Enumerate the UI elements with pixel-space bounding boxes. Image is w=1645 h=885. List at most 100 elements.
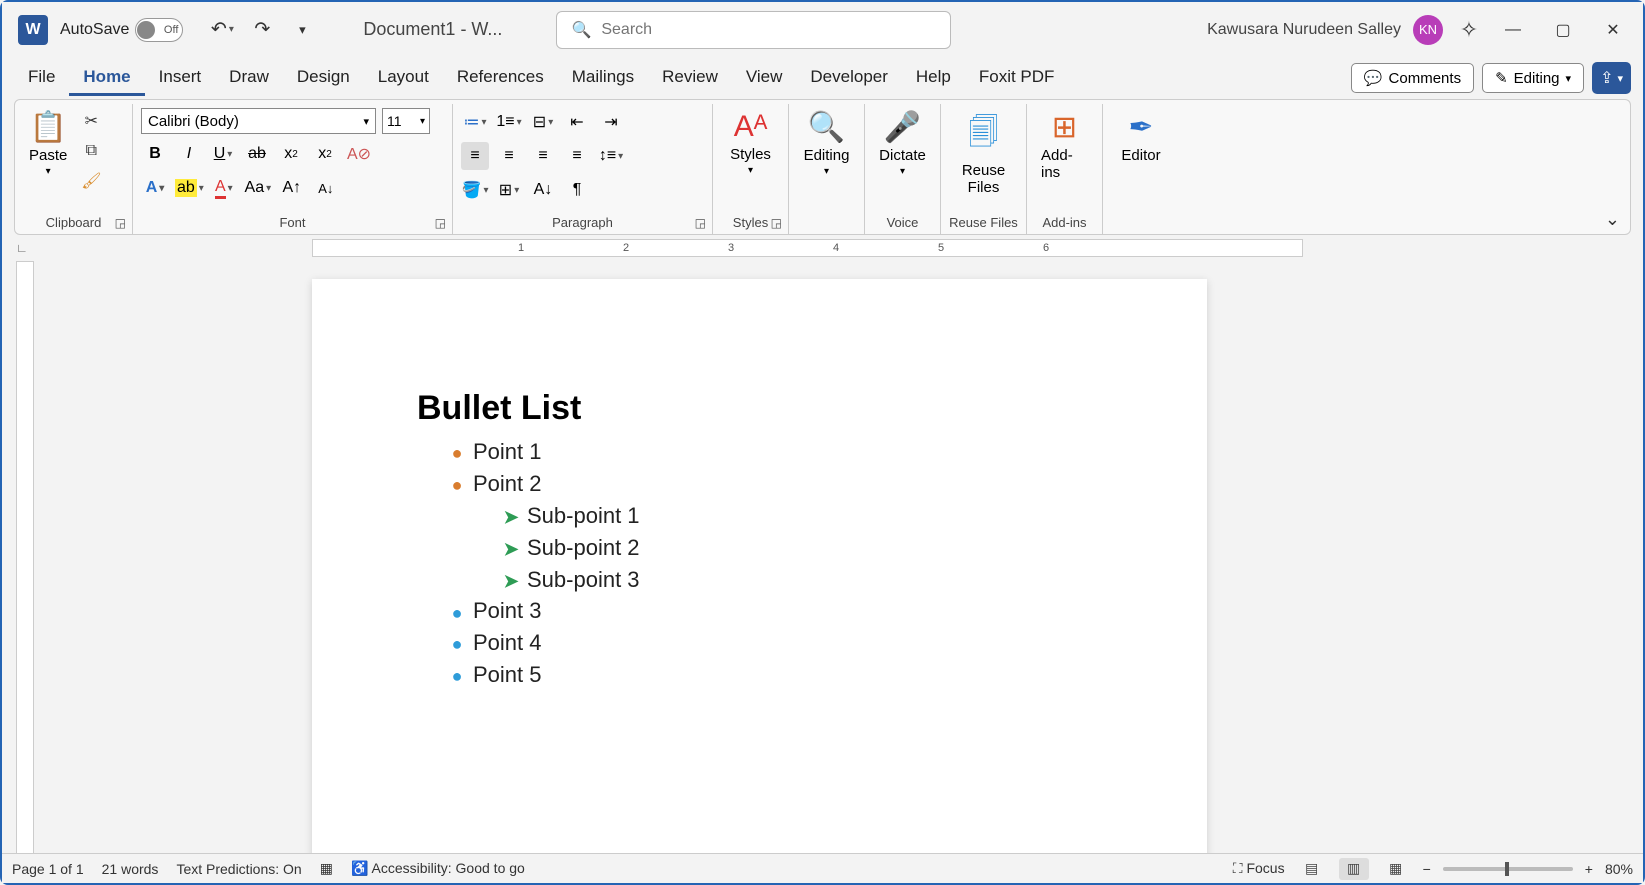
format-painter-button[interactable]: 🖌 (77, 168, 105, 194)
styles-dialog-launcher[interactable]: ◲ (771, 216, 782, 230)
align-left-button[interactable]: ≡ (461, 142, 489, 170)
list-item[interactable]: ●Point 2 (443, 468, 1102, 500)
tab-draw[interactable]: Draw (215, 61, 283, 96)
addins-button[interactable]: ⊞ Add-ins (1035, 108, 1094, 183)
font-name-selector[interactable]: Calibri (Body) ▾ (141, 108, 376, 134)
underline-button[interactable]: U (209, 140, 237, 168)
tab-selector[interactable]: ∟ (16, 241, 28, 255)
document-page[interactable]: Bullet List ●Point 1●Point 2➤Sub-point 1… (312, 279, 1207, 857)
tab-design[interactable]: Design (283, 61, 364, 96)
bold-button[interactable]: B (141, 140, 169, 168)
ruler-number: 3 (728, 242, 734, 254)
clear-formatting-button[interactable]: A⊘ (345, 140, 373, 168)
toggle-switch[interactable]: Off (135, 18, 183, 42)
list-item[interactable]: ●Point 3 (443, 595, 1102, 627)
zoom-in-button[interactable]: + (1585, 861, 1593, 877)
status-page[interactable]: Page 1 of 1 (12, 861, 84, 877)
decrease-indent-button[interactable]: ⇤ (563, 108, 591, 136)
minimize-button[interactable]: — (1503, 20, 1523, 40)
font-color-button[interactable]: A (210, 174, 238, 202)
tab-insert[interactable]: Insert (145, 61, 216, 96)
styles-button[interactable]: Aᴬ Styles ▾ (721, 108, 780, 178)
sort-button[interactable]: A↓ (529, 176, 557, 204)
tab-references[interactable]: References (443, 61, 558, 96)
italic-button[interactable]: I (175, 140, 203, 168)
tab-review[interactable]: Review (648, 61, 732, 96)
vertical-ruler[interactable] (16, 261, 34, 857)
grow-font-button[interactable]: A↑ (278, 174, 306, 202)
print-layout-button[interactable]: ▥ (1339, 858, 1369, 880)
share-button[interactable]: ⇪ ▾ (1592, 62, 1631, 94)
status-accessibility[interactable]: ♿ Accessibility: Good to go (351, 860, 525, 877)
zoom-slider[interactable] (1443, 867, 1573, 871)
align-right-button[interactable]: ≡ (529, 142, 557, 170)
list-item[interactable]: ●Point 4 (443, 627, 1102, 659)
font-size-selector[interactable]: 11 ▾ (382, 108, 430, 134)
bullet-icon: ➤ (501, 536, 521, 562)
display-settings-icon[interactable]: ▦ (320, 860, 333, 877)
tab-developer[interactable]: Developer (796, 61, 902, 96)
subscript-button[interactable]: x2 (277, 140, 305, 168)
list-item[interactable]: ➤Sub-point 3 (497, 564, 1102, 596)
shrink-font-button[interactable]: A↓ (312, 174, 340, 202)
tab-file[interactable]: File (14, 61, 69, 96)
collapse-ribbon-button[interactable]: ⌄ (1605, 209, 1620, 230)
change-case-button[interactable]: Aa (244, 174, 272, 202)
text-effects-button[interactable]: A (141, 174, 169, 202)
zoom-level[interactable]: 80% (1605, 861, 1633, 877)
focus-mode-button[interactable]: ⛶ Focus (1233, 860, 1285, 877)
shading-button[interactable]: 🪣 (461, 176, 489, 204)
clipboard-dialog-launcher[interactable]: ◲ (115, 216, 126, 230)
tab-layout[interactable]: Layout (364, 61, 443, 96)
highlight-button[interactable]: ab (175, 174, 204, 202)
read-mode-button[interactable]: ▤ (1297, 858, 1327, 880)
editor-button[interactable]: ✒ Editor (1111, 108, 1171, 166)
close-button[interactable]: ✕ (1603, 20, 1623, 40)
font-group-label: Font (133, 215, 452, 230)
tab-help[interactable]: Help (902, 61, 965, 96)
increase-indent-button[interactable]: ⇥ (597, 108, 625, 136)
maximize-button[interactable]: ▢ (1553, 20, 1573, 40)
status-predictions[interactable]: Text Predictions: On (176, 861, 301, 877)
coming-soon-icon[interactable]: ✧ (1459, 20, 1479, 40)
list-item[interactable]: ➤Sub-point 1 (497, 500, 1102, 532)
status-words[interactable]: 21 words (102, 861, 159, 877)
cut-button[interactable]: ✂ (77, 108, 105, 134)
editing-mode-button[interactable]: ✎ Editing ▾ (1482, 63, 1584, 93)
line-spacing-button[interactable]: ↕≡ (597, 142, 625, 170)
tab-mailings[interactable]: Mailings (558, 61, 648, 96)
search-box[interactable]: 🔍 (556, 11, 951, 49)
list-item[interactable]: ●Point 5 (443, 659, 1102, 691)
bullets-button[interactable]: ≔ (461, 108, 489, 136)
justify-button[interactable]: ≡ (563, 142, 591, 170)
web-layout-button[interactable]: ▦ (1381, 858, 1411, 880)
reuse-files-button[interactable]: 🗐 Reuse Files (949, 108, 1018, 198)
horizontal-ruler[interactable]: 123456 (312, 239, 1303, 257)
editing-button[interactable]: 🔍 Editing ▾ (797, 108, 856, 179)
align-center-button[interactable]: ≡ (495, 142, 523, 170)
multilevel-list-button[interactable]: ⊟ (529, 108, 557, 136)
font-dialog-launcher[interactable]: ◲ (435, 216, 446, 230)
user-avatar[interactable]: KN (1413, 15, 1443, 45)
zoom-out-button[interactable]: − (1423, 861, 1431, 877)
borders-button[interactable]: ⊞ (495, 176, 523, 204)
list-item[interactable]: ➤Sub-point 2 (497, 532, 1102, 564)
superscript-button[interactable]: x2 (311, 140, 339, 168)
paragraph-dialog-launcher[interactable]: ◲ (695, 216, 706, 230)
autosave-toggle[interactable]: AutoSave Off (60, 18, 183, 42)
search-input[interactable] (601, 21, 936, 39)
dictate-button[interactable]: 🎤 Dictate ▾ (873, 108, 932, 179)
tab-home[interactable]: Home (69, 61, 144, 96)
redo-button[interactable]: ↷ (245, 15, 279, 45)
strikethrough-button[interactable]: ab (243, 140, 271, 168)
qat-customize-button[interactable]: ▾ (285, 15, 319, 45)
show-marks-button[interactable]: ¶ (563, 176, 591, 204)
numbering-button[interactable]: 1≡ (495, 108, 523, 136)
list-item[interactable]: ●Point 1 (443, 436, 1102, 468)
tab-view[interactable]: View (732, 61, 797, 96)
undo-button[interactable]: ↶ (205, 15, 239, 45)
copy-button[interactable]: ⧉ (77, 138, 105, 164)
comments-button[interactable]: 💬 Comments (1351, 63, 1474, 93)
zoom-thumb[interactable] (1505, 862, 1509, 876)
tab-foxit-pdf[interactable]: Foxit PDF (965, 61, 1069, 96)
